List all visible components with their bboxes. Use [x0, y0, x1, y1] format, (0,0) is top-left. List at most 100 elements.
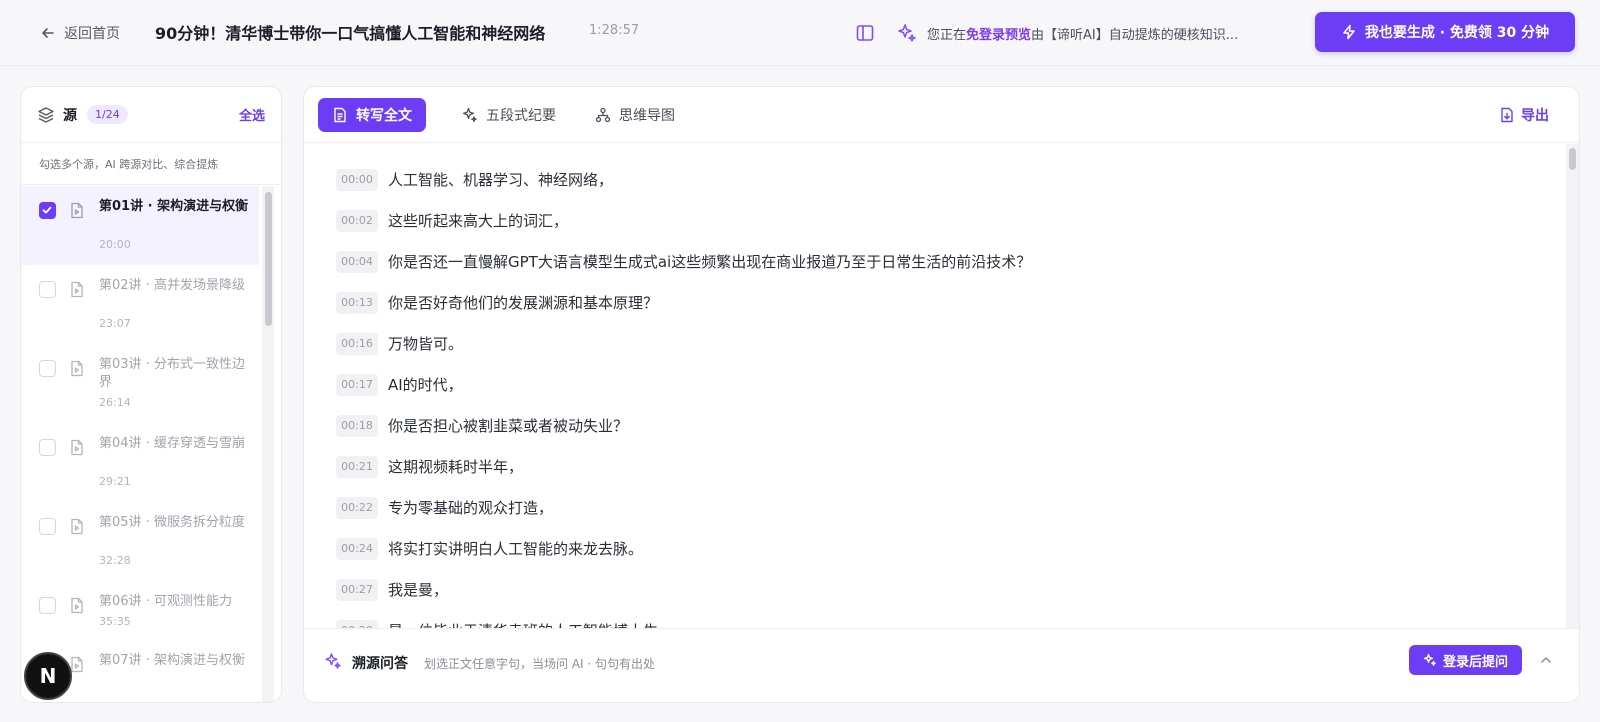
back-home-link[interactable]: 返回首页 [40, 21, 120, 45]
generate-cta-button[interactable]: 我也要生成 · 免费领 30 分钟 [1315, 12, 1575, 52]
sparkle-icon [1423, 653, 1436, 666]
transcript-line: 00:18 你是否担心被割韭菜或者被动失业？ [304, 415, 1566, 456]
transcript-text[interactable]: 这期视频耗时半年， [388, 456, 523, 478]
source-item-06[interactable]: 第06讲 · 可观测性能力 35:35 [21, 581, 259, 640]
transcript-text[interactable]: 万物皆可。 [388, 333, 463, 355]
timestamp-chip[interactable]: 00:17 [336, 374, 378, 396]
timestamp-chip[interactable]: 00:21 [336, 456, 378, 478]
sources-scrollbar-thumb[interactable] [265, 192, 272, 326]
sidebar-toggle-icon[interactable] [855, 23, 875, 43]
chevron-up-icon[interactable] [1538, 652, 1554, 668]
transcript-line: 00:02 这些听起来高大上的词汇， [304, 210, 1566, 251]
document-icon [71, 281, 83, 298]
transcript-line: 00:22 专为零基础的观众打造， [304, 497, 1566, 538]
back-home-label: 返回首页 [64, 26, 120, 42]
transcript-area: 00:00 人工智能、机器学习、神经网络， 00:02 这些听起来高大上的词汇， 0… [304, 144, 1566, 628]
timestamp-chip[interactable]: 00:18 [336, 415, 378, 437]
transcript-text[interactable]: 这些听起来高大上的词汇， [388, 210, 568, 232]
preview-notice-text: 您正在免登录预览由【谛听AI】自动提炼的硬核知识... [927, 24, 1238, 43]
source-item-01[interactable]: 第01讲 · 架构演进与权衡 20:00 [21, 186, 259, 265]
preview-prefix: 您正在 [927, 27, 967, 43]
login-to-ask-label: 登录后提问 [1442, 654, 1508, 670]
tab-mindmap[interactable]: 思维导图 [581, 98, 689, 132]
timestamp-chip[interactable]: 00:13 [336, 292, 378, 314]
check-icon [42, 206, 52, 214]
source-checkbox[interactable] [39, 597, 56, 614]
source-checkbox[interactable] [39, 518, 56, 535]
source-name: 第06讲 · 可观测性能力 [99, 594, 232, 609]
source-item-04[interactable]: 第04讲 · 缓存穿透与雪崩 29:21 [21, 423, 259, 502]
timestamp-chip[interactable]: 00:24 [336, 538, 378, 560]
document-text-icon [334, 107, 346, 123]
source-checkbox[interactable] [39, 360, 56, 377]
timestamp-chip[interactable]: 00:22 [336, 497, 378, 519]
sources-label: 源 [63, 107, 77, 124]
source-name: 第01讲 · 架构演进与权衡 [99, 199, 249, 214]
video-duration: 1:28:57 [589, 23, 640, 38]
preview-highlight: 免登录预览 [966, 27, 1032, 43]
source-item-05[interactable]: 第05讲 · 微服务拆分粒度 32:28 [21, 502, 259, 581]
source-checkbox[interactable] [39, 281, 56, 298]
document-icon [71, 439, 83, 456]
preview-notice: 您正在免登录预览由【谛听AI】自动提炼的硬核知识... [897, 21, 1238, 45]
transcript-line: 00:28 是一位毕业于清华垚班的人工智能博士生， [304, 620, 1566, 628]
source-item-03[interactable]: 第03讲 · 分布式一致性边界 26:14 [21, 344, 259, 423]
layers-icon [38, 106, 54, 123]
timestamp-chip[interactable]: 00:02 [336, 210, 378, 232]
page-title: 90分钟！清华博士带你一口气搞懂人工智能和神经网络 [155, 24, 546, 43]
tab-summary-label: 五段式纪要 [486, 108, 556, 124]
sources-list: 第01讲 · 架构演进与权衡 20:00 第02讲 · 高并发场景降级 23:0… [21, 186, 259, 702]
transcript-text[interactable]: 人工智能、机器学习、神经网络， [388, 169, 613, 191]
source-duration: 23:07 [99, 317, 131, 330]
arrow-left-icon [42, 28, 54, 38]
transcript-text[interactable]: 你是否还一直慢解GPT大语言模型生成式ai这些频繁出现在商业报道乃至于日常生活的… [388, 251, 1031, 273]
sources-count-badge: 1/24 [87, 105, 128, 124]
select-all-button[interactable]: 全选 [239, 105, 265, 124]
timestamp-chip[interactable]: 00:28 [336, 620, 378, 628]
sources-hint: 勾选多个源，AI 跨源对比、综合提炼 [21, 143, 281, 185]
timestamp-chip[interactable]: 00:16 [336, 333, 378, 355]
export-button[interactable]: 导出 [1499, 105, 1549, 125]
tab-transcript-label: 转写全文 [356, 108, 412, 124]
transcript-scrollbar[interactable] [1566, 144, 1579, 628]
login-to-ask-button[interactable]: 登录后提问 [1409, 645, 1522, 675]
transcript-line: 00:24 将实打实讲明白人工智能的来龙去脉。 [304, 538, 1566, 579]
transcript-line: 00:21 这期视频耗时半年， [304, 456, 1566, 497]
sources-header: 源 1/24 全选 [21, 87, 281, 143]
source-checkbox[interactable] [39, 439, 56, 456]
sparkle-icon [462, 107, 477, 123]
qa-hint: 划选正文任意字句，当场问 AI · 句句有出处 [424, 657, 656, 671]
sources-scrollbar[interactable] [262, 186, 274, 702]
transcript-text[interactable]: AI的时代， [388, 374, 463, 396]
qa-bar: 溯源问答 划选正文任意字句，当场问 AI · 句句有出处 登录后提问 [304, 628, 1579, 702]
timestamp-chip[interactable]: 00:00 [336, 169, 378, 191]
source-duration: 32:28 [99, 554, 131, 567]
transcript-line: 00:16 万物皆可。 [304, 333, 1566, 374]
transcript-text[interactable]: 是一位毕业于清华垚班的人工智能博士生， [388, 620, 673, 628]
transcript-text[interactable]: 专为零基础的观众打造， [388, 497, 553, 519]
floating-n-button[interactable]: N [24, 652, 72, 700]
transcript-line: 00:04 你是否还一直慢解GPT大语言模型生成式ai这些频繁出现在商业报道乃至于… [304, 251, 1566, 292]
tab-summary[interactable]: 五段式纪要 [448, 98, 570, 132]
tab-transcript[interactable]: 转写全文 [318, 98, 426, 132]
source-name: 第03讲 · 分布式一致性边界 [99, 357, 245, 390]
source-item-02[interactable]: 第02讲 · 高并发场景降级 23:07 [21, 265, 259, 344]
transcript-scrollbar-thumb[interactable] [1569, 148, 1576, 170]
sparkle-icon [325, 653, 341, 669]
source-checkbox[interactable] [39, 202, 56, 219]
qa-title: 溯源问答 [352, 656, 408, 672]
transcript-line: 00:13 你是否好奇他们的发展渊源和基本原理？ [304, 292, 1566, 333]
transcript-text[interactable]: 将实打实讲明白人工智能的来龙去脉。 [388, 538, 643, 560]
source-duration: 26:14 [99, 396, 131, 409]
document-icon [71, 518, 83, 535]
timestamp-chip[interactable]: 00:04 [336, 251, 378, 273]
source-name: 第05讲 · 微服务拆分粒度 [99, 515, 245, 530]
transcript-text[interactable]: 你是否担心被割韭菜或者被动失业？ [388, 415, 628, 437]
document-icon [71, 360, 83, 377]
source-name: 第04讲 · 缓存穿透与雪崩 [99, 436, 245, 451]
transcript-text[interactable]: 你是否好奇他们的发展渊源和基本原理？ [388, 292, 658, 314]
transcript-line: 00:00 人工智能、机器学习、神经网络， [304, 169, 1566, 210]
timestamp-chip[interactable]: 00:27 [336, 579, 378, 601]
transcript-text[interactable]: 我是曼， [388, 579, 448, 601]
source-name: 第07讲 · 架构演进与权衡 [99, 653, 245, 668]
